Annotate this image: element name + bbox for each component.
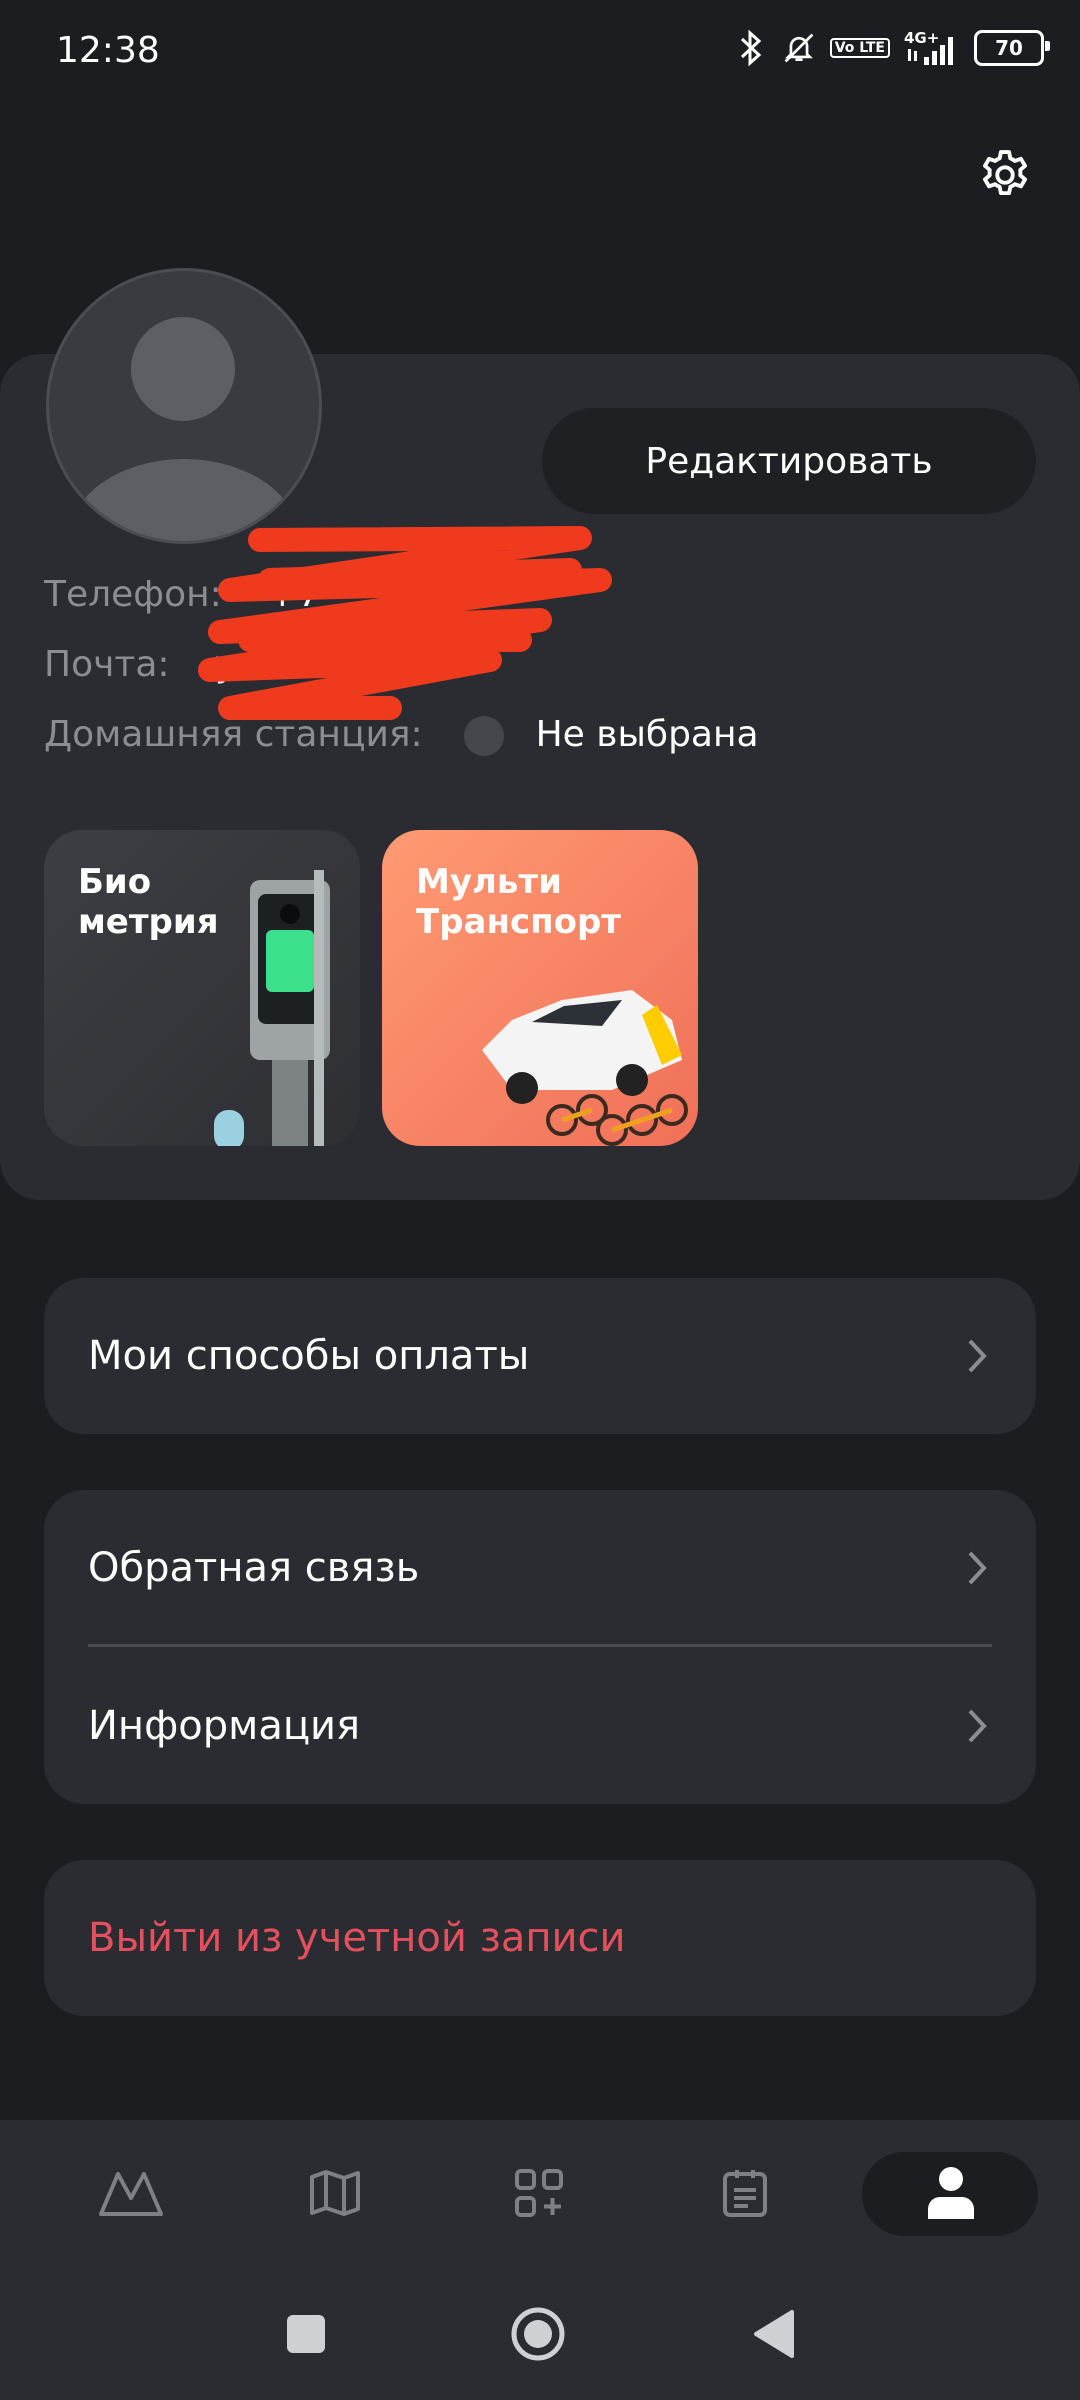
home-circle-icon xyxy=(511,2307,565,2361)
station-value: Не выбрана xyxy=(535,714,759,755)
redaction-scribble xyxy=(198,526,612,720)
menu-item-feedback[interactable]: Обратная связь xyxy=(44,1490,1036,1646)
tickets-icon xyxy=(723,2170,767,2217)
email-label: Почта: xyxy=(44,644,170,685)
battery-level: 70 xyxy=(995,36,1023,60)
feedback-label: Обратная связь xyxy=(88,1545,420,1591)
svg-text:4G+: 4G+ xyxy=(904,29,939,47)
gear-icon xyxy=(983,150,1027,196)
metro-icon xyxy=(99,2172,163,2216)
info-label: Информация xyxy=(88,1703,361,1749)
biometry-tile[interactable]: Био метрия xyxy=(44,830,360,1146)
multitransport-tile[interactable]: Мульти Транспорт xyxy=(382,830,698,1146)
nav-metro[interactable] xyxy=(86,2158,176,2228)
payment-methods-label: Мои способы оплаты xyxy=(88,1333,530,1379)
station-label: Домашняя станция: xyxy=(44,714,423,755)
square-icon xyxy=(287,2315,325,2353)
back-triangle-icon xyxy=(754,2310,794,2358)
support-card: Обратная связь Информация xyxy=(44,1490,1036,1804)
status-time: 12:38 xyxy=(56,30,160,71)
volte-badge: Vo LTE xyxy=(829,38,890,58)
signal-icon: 4G+ xyxy=(904,28,960,68)
logout-button[interactable]: Выйти из учетной записи xyxy=(44,1860,1036,2016)
nav-map[interactable] xyxy=(290,2158,380,2228)
payment-methods-card: Мои способы оплаты xyxy=(44,1278,1036,1434)
avatar[interactable] xyxy=(46,268,322,544)
chevron-right-icon xyxy=(968,1551,987,1585)
profile-icon xyxy=(928,2167,974,2219)
battery-icon: 70 xyxy=(974,30,1050,66)
bluetooth-icon xyxy=(734,28,768,68)
multitransport-tile-title: Мульти Транспорт xyxy=(416,862,622,942)
biometry-terminal-image xyxy=(214,870,330,1146)
back-button[interactable] xyxy=(746,2306,802,2362)
chevron-right-icon xyxy=(968,1339,987,1373)
settings-button[interactable] xyxy=(970,140,1040,210)
station-color-dot xyxy=(464,716,505,756)
home-button[interactable] xyxy=(510,2306,566,2362)
menu-item-info[interactable]: Информация xyxy=(44,1648,1036,1804)
bottom-nav xyxy=(0,2120,1080,2266)
status-icons: Vo LTE 4G+ 70 xyxy=(734,28,1050,68)
chevron-right-icon xyxy=(968,1709,987,1743)
recent-apps-button[interactable] xyxy=(278,2306,334,2362)
map-icon xyxy=(310,2170,360,2216)
nav-profile[interactable] xyxy=(906,2158,996,2228)
mute-icon xyxy=(782,28,816,68)
car-bikes-image xyxy=(482,990,688,1146)
menu-item-payment-methods[interactable]: Мои способы оплаты xyxy=(44,1278,1036,1434)
services-icon xyxy=(515,2169,563,2217)
avatar-head xyxy=(131,317,235,421)
system-nav-bar xyxy=(0,2266,1080,2400)
menu-divider xyxy=(88,1644,992,1647)
home-station-row[interactable]: Домашняя станция: Не выбрана xyxy=(44,714,759,756)
nav-tickets[interactable] xyxy=(700,2158,790,2228)
edit-profile-button[interactable]: Редактировать xyxy=(542,408,1036,514)
logout-label: Выйти из учетной записи xyxy=(88,1915,626,1961)
logout-card: Выйти из учетной записи xyxy=(44,1860,1036,2016)
nav-services[interactable] xyxy=(494,2158,584,2228)
